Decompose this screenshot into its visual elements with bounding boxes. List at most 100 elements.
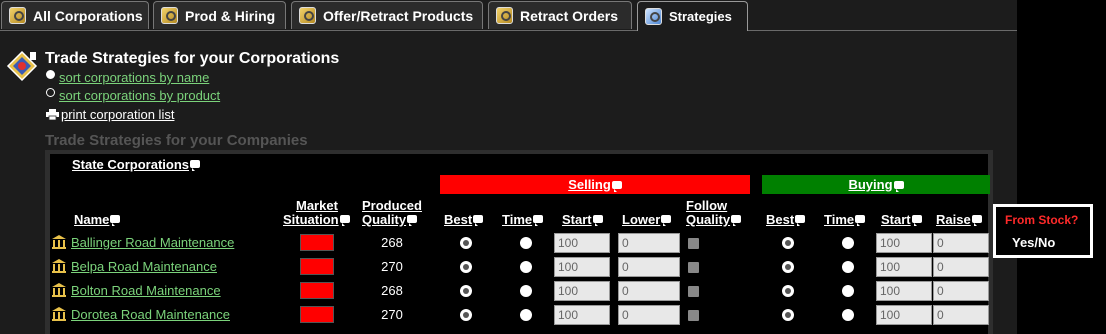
sell-start-input[interactable]: 100 <box>554 233 610 253</box>
sell-best-radio[interactable] <box>460 237 472 249</box>
tab-retract-orders[interactable]: Retract Orders <box>488 1 632 29</box>
help-bubble-icon[interactable] <box>473 215 484 226</box>
col-name-label[interactable]: Name <box>74 212 109 227</box>
sell-lower-input[interactable]: 0 <box>618 257 680 277</box>
col-buy-raise-label[interactable]: Raise <box>936 212 971 227</box>
buy-best-radio[interactable] <box>782 309 794 321</box>
buy-raise-input[interactable]: 0 <box>933 305 989 325</box>
sell-time-radio[interactable] <box>520 309 532 321</box>
sell-lower-input[interactable]: 0 <box>618 305 680 325</box>
buy-time-radio[interactable] <box>842 285 854 297</box>
help-bubble-icon[interactable] <box>795 215 806 226</box>
sell-best-radio[interactable] <box>460 261 472 273</box>
col-follow-label[interactable]: Quality <box>686 212 730 227</box>
help-bubble-icon[interactable] <box>110 215 121 226</box>
buy-time-radio[interactable] <box>842 237 854 249</box>
tab-prod-hiring[interactable]: Prod & Hiring <box>153 1 286 29</box>
sell-lower-input[interactable]: 0 <box>618 281 680 301</box>
sell-time-radio[interactable] <box>520 261 532 273</box>
sell-start-input[interactable]: 100 <box>554 257 610 277</box>
col-market-label[interactable]: Situation <box>283 212 339 227</box>
buy-time-radio[interactable] <box>842 261 854 273</box>
col-buy-start-label[interactable]: Start <box>881 212 911 227</box>
help-bubble-icon[interactable] <box>661 215 672 226</box>
col-sell-time-header[interactable]: Time <box>502 212 544 227</box>
sell-time-radio[interactable] <box>520 237 532 249</box>
sort-by-name-option[interactable]: sort corporations by name <box>46 70 209 85</box>
col-produced-header-line1[interactable]: Produced <box>362 198 422 213</box>
col-follow-header[interactable]: Quality <box>686 212 742 227</box>
tab-offer-retract-products[interactable]: Offer/Retract Products <box>291 1 483 29</box>
corporation-link[interactable]: Bolton Road Maintenance <box>71 283 221 298</box>
buy-raise-input[interactable]: 0 <box>933 233 989 253</box>
buy-start-input[interactable]: 100 <box>876 281 932 301</box>
buy-raise-input[interactable]: 0 <box>933 257 989 277</box>
follow-quality-checkbox[interactable] <box>688 310 699 321</box>
follow-quality-checkbox[interactable] <box>688 286 699 297</box>
group-label[interactable]: State Corporations <box>72 157 189 172</box>
help-bubble-icon[interactable] <box>611 180 622 192</box>
col-sell-best-label[interactable]: Best <box>444 212 472 227</box>
sort-by-product-option[interactable]: sort corporations by product <box>46 88 220 103</box>
sort-by-product-link[interactable]: sort corporations by product <box>59 88 220 103</box>
radio-selected-icon[interactable] <box>46 70 55 79</box>
sell-start-input[interactable]: 100 <box>554 305 610 325</box>
col-sell-best-header[interactable]: Best <box>444 212 484 227</box>
col-name-header[interactable]: Name <box>74 212 121 227</box>
sell-lower-input[interactable]: 0 <box>618 233 680 253</box>
help-bubble-icon[interactable] <box>971 215 982 226</box>
buy-start-input[interactable]: 100 <box>876 257 932 277</box>
col-produced-label[interactable]: Quality <box>362 212 406 227</box>
buy-best-radio[interactable] <box>782 285 794 297</box>
help-bubble-icon[interactable] <box>731 215 742 226</box>
selling-label[interactable]: Selling <box>568 177 611 192</box>
buy-best-radio[interactable] <box>782 261 794 273</box>
tab-all-corporations[interactable]: All Corporations <box>1 1 149 29</box>
col-buy-raise-header[interactable]: Raise <box>936 212 982 227</box>
sort-by-name-link[interactable]: sort corporations by name <box>59 70 209 85</box>
sell-time-radio[interactable] <box>520 285 532 297</box>
col-buy-time-header[interactable]: Time <box>824 212 866 227</box>
help-bubble-icon[interactable] <box>407 215 418 226</box>
col-produced-header[interactable]: Quality <box>362 212 418 227</box>
col-buy-best-label[interactable]: Best <box>766 212 794 227</box>
help-bubble-icon[interactable] <box>855 215 866 226</box>
help-bubble-icon[interactable] <box>533 215 544 226</box>
print-list-option[interactable]: print corporation list <box>46 107 174 122</box>
help-bubble-icon[interactable] <box>911 215 922 226</box>
col-sell-lower-header[interactable]: Lower <box>622 212 672 227</box>
buying-label[interactable]: Buying <box>848 177 892 192</box>
buy-start-input[interactable]: 100 <box>876 305 932 325</box>
help-bubble-icon[interactable] <box>893 180 904 192</box>
follow-quality-checkbox[interactable] <box>688 262 699 273</box>
col-buy-best-header[interactable]: Best <box>766 212 806 227</box>
col-buy-time-label[interactable]: Time <box>824 212 854 227</box>
buy-raise-input[interactable]: 0 <box>933 281 989 301</box>
produced-quality-value: 268 <box>381 235 403 250</box>
col-sell-lower-label[interactable]: Lower <box>622 212 660 227</box>
buy-time-radio[interactable] <box>842 309 854 321</box>
tab-strategies[interactable]: Strategies <box>637 1 748 31</box>
group-header[interactable]: State Corporations <box>72 157 201 172</box>
sell-start-input[interactable]: 100 <box>554 281 610 301</box>
corporation-link[interactable]: Belpa Road Maintenance <box>71 259 217 274</box>
sell-best-radio[interactable] <box>460 309 472 321</box>
col-market-header-line1[interactable]: Market <box>296 198 338 213</box>
col-market-header[interactable]: Situation <box>283 212 350 227</box>
corporation-link[interactable]: Ballinger Road Maintenance <box>71 235 234 250</box>
print-list-link[interactable]: print corporation list <box>61 107 174 122</box>
radio-icon[interactable] <box>46 88 55 97</box>
help-bubble-icon[interactable] <box>339 215 350 226</box>
follow-quality-checkbox[interactable] <box>688 238 699 249</box>
col-buy-start-header[interactable]: Start <box>881 212 922 227</box>
buy-best-radio[interactable] <box>782 237 794 249</box>
corporation-link[interactable]: Dorotea Road Maintenance <box>71 307 230 322</box>
col-sell-time-label[interactable]: Time <box>502 212 532 227</box>
help-bubble-icon[interactable] <box>190 160 201 171</box>
col-sell-start-label[interactable]: Start <box>562 212 592 227</box>
sell-best-radio[interactable] <box>460 285 472 297</box>
col-sell-start-header[interactable]: Start <box>562 212 603 227</box>
help-bubble-icon[interactable] <box>592 215 603 226</box>
buy-start-input[interactable]: 100 <box>876 233 932 253</box>
col-follow-header-line1[interactable]: Follow <box>686 198 727 213</box>
